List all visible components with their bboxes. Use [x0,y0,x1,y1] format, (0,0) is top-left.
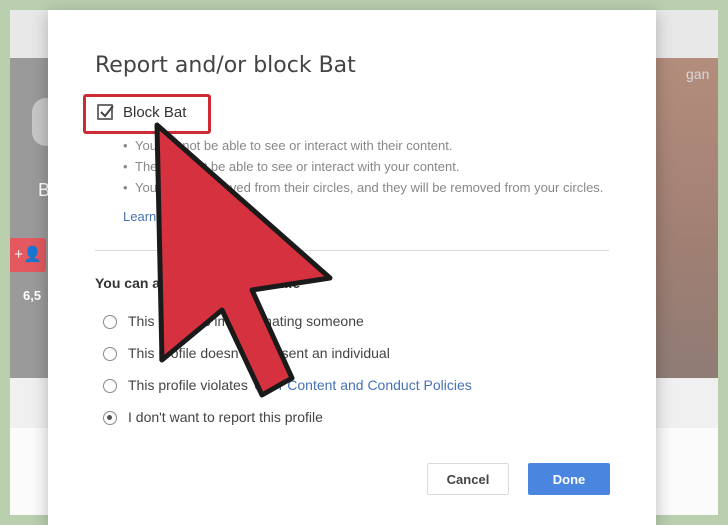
list-item: • You will not be able to see or interact… [123,138,453,153]
done-button[interactable]: Done [528,463,610,495]
policy-link[interactable]: User Content and Conduct Policies [254,377,472,393]
option-label: This profile violates User Content and Co… [128,377,472,393]
dialog-title: Report and/or block Bat [95,53,356,78]
radio-button[interactable] [103,347,117,361]
background-photo [650,58,718,378]
check-icon [100,105,114,118]
block-consequences-list: • You will not be able to see or interact… [123,135,623,198]
radio-button-selected[interactable] [103,411,117,425]
radio-button[interactable] [103,315,117,329]
background-right-name: gan [686,66,710,82]
add-person-button[interactable]: +👤 [10,238,46,272]
list-item: • They will not be able to see or interac… [123,159,460,174]
background-follower-count: 6,5 [23,288,42,303]
report-heading: You can also report this profile [95,275,301,291]
block-checkbox-label[interactable]: Block Bat [123,104,186,121]
list-item: • You will be removed from their circles,… [123,180,604,195]
divider [95,250,609,251]
option-label: I don't want to report this profile [128,409,323,425]
cancel-button[interactable]: Cancel [427,463,509,495]
learn-more-link[interactable]: Learn more [123,209,189,224]
add-person-icon: +👤 [14,246,42,263]
radio-button[interactable] [103,379,117,393]
report-block-dialog: Report and/or block Bat Block Bat • You w… [48,10,656,525]
option-label: This profile doesn't represent an indivi… [128,345,390,361]
block-checkbox[interactable] [97,104,114,120]
option-label: This profile is impersonating someone [128,313,364,329]
